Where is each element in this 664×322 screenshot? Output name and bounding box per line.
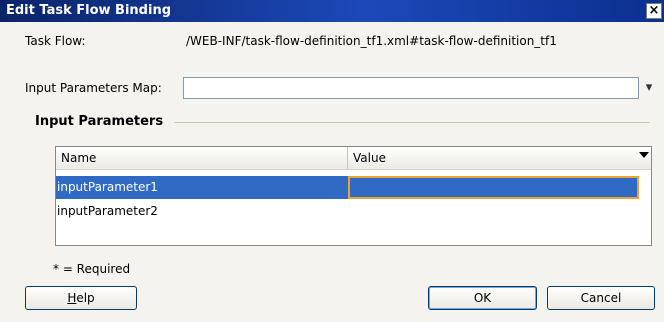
ok-button[interactable]: OK (428, 286, 537, 310)
table-header: Name Value (56, 147, 651, 170)
title-bar[interactable]: Edit Task Flow Binding × (0, 0, 664, 22)
task-flow-value: /WEB-INF/task-flow-definition_tf1.xml#ta… (186, 34, 557, 48)
task-flow-label: Task Flow: (25, 34, 86, 48)
parameter-name-cell[interactable]: inputParameter1 (56, 176, 348, 199)
column-menu-icon[interactable] (639, 152, 649, 158)
input-parameters-table[interactable]: Name Value inputParameter1 inputParamete… (55, 146, 652, 246)
chevron-down-icon[interactable]: ▾ (641, 78, 657, 98)
input-parameters-map-label: Input Parameters Map: (25, 81, 162, 95)
help-mnemonic: H (67, 291, 77, 305)
help-label-suffix: elp (76, 291, 95, 305)
input-parameters-section-title: Input Parameters (35, 114, 164, 129)
parameter-value-cell[interactable] (348, 200, 639, 223)
parameter-value-cell[interactable] (348, 176, 639, 199)
dialog-title: Edit Task Flow Binding (6, 3, 172, 18)
cancel-button[interactable]: Cancel (547, 286, 655, 310)
table-row[interactable]: inputParameter2 (56, 200, 651, 223)
input-parameters-map-field[interactable] (183, 77, 639, 99)
column-header-name[interactable]: Name (56, 147, 348, 169)
table-row[interactable]: inputParameter1 (56, 176, 651, 199)
edit-task-flow-binding-dialog: Edit Task Flow Binding × Task Flow: /WEB… (0, 0, 664, 322)
required-footnote: * = Required (53, 262, 131, 276)
column-header-value[interactable]: Value (348, 147, 638, 169)
section-divider (174, 122, 650, 123)
help-button[interactable]: Help (25, 286, 137, 310)
close-icon[interactable]: × (646, 3, 662, 19)
parameter-name-cell[interactable]: inputParameter2 (56, 200, 348, 223)
